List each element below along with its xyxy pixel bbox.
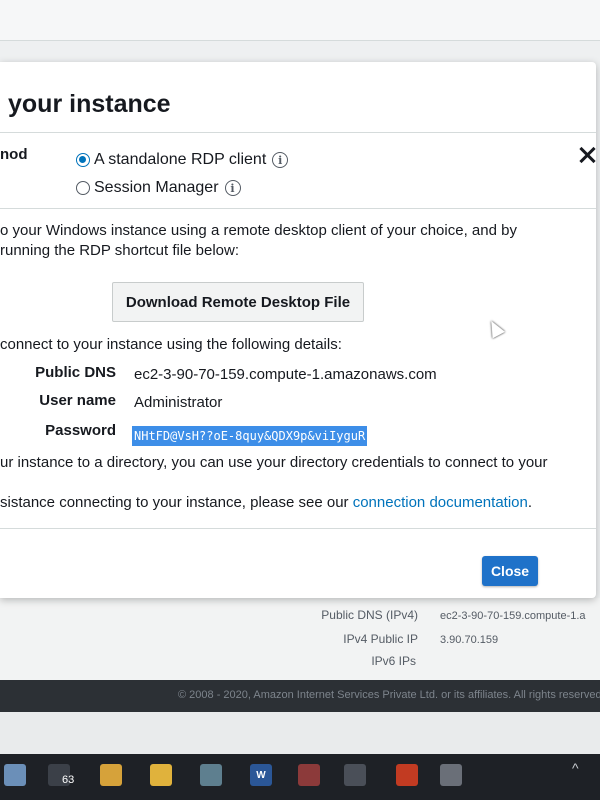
public-dns-ipv4-row: Public DNS (IPv4) bbox=[0, 608, 418, 624]
assistance-suffix: . bbox=[527, 494, 533, 511]
connection-method-label: nod bbox=[0, 146, 28, 163]
username-label: User name bbox=[39, 392, 116, 409]
modal-title: your instance bbox=[8, 90, 171, 118]
public-dns-ipv4-value: ec2-3-90-70-159.compute-1.a bbox=[440, 610, 586, 622]
details-intro-text: connect to your instance using the follo… bbox=[0, 336, 342, 353]
password-value-selected[interactable]: NHtFD@VsH??oE-8quy&QDX9p&viIyguR bbox=[132, 426, 368, 446]
mail-badge-count: 63 bbox=[62, 774, 75, 786]
option-standalone-rdp-label: A standalone RDP client bbox=[94, 151, 267, 168]
network-icon[interactable] bbox=[440, 764, 462, 786]
footer-divider bbox=[0, 528, 596, 529]
method-divider bbox=[0, 208, 596, 209]
assistance-text: sistance connecting to your instance, pl… bbox=[0, 494, 532, 511]
start-icon[interactable] bbox=[4, 764, 26, 786]
username-value: Administrator bbox=[134, 394, 223, 411]
instance-details-panel: Public DNS (IPv4) ec2-3-90-70-159.comput… bbox=[0, 598, 600, 680]
sticky-notes-icon[interactable] bbox=[150, 764, 172, 786]
public-dns-ipv4-label: Public DNS (IPv4) bbox=[321, 608, 418, 622]
title-divider bbox=[0, 132, 596, 133]
download-remote-desktop-file-button[interactable]: Download Remote Desktop File bbox=[112, 282, 364, 322]
media-icon[interactable] bbox=[298, 764, 320, 786]
ipv4-public-ip-value: 3.90.70.159 bbox=[440, 634, 499, 646]
ide-icon[interactable] bbox=[344, 764, 366, 786]
intro-text-line-1: o your Windows instance using a remote d… bbox=[0, 222, 517, 239]
app-icon[interactable] bbox=[200, 764, 222, 786]
directory-note-text: ur instance to a directory, you can use … bbox=[0, 454, 548, 471]
connection-documentation-link[interactable]: connection documentation bbox=[353, 494, 528, 511]
public-dns-label: Public DNS bbox=[35, 364, 116, 381]
assistance-prefix: sistance connecting to your instance, pl… bbox=[0, 494, 353, 511]
console-footer: © 2008 - 2020, Amazon Internet Services … bbox=[0, 680, 600, 712]
copyright-text: © 2008 - 2020, Amazon Internet Services … bbox=[178, 689, 600, 701]
remote-desktop-icon[interactable] bbox=[396, 764, 418, 786]
password-label: Password bbox=[45, 422, 116, 439]
ipv4-public-ip-row: IPv4 Public IP bbox=[0, 632, 418, 648]
intro-text-line-2: running the RDP shortcut file below: bbox=[0, 242, 240, 259]
ipv6-ips-row: IPv6 IPs bbox=[0, 654, 416, 670]
close-button[interactable]: Close bbox=[482, 556, 538, 586]
word-icon[interactable]: W bbox=[250, 764, 272, 786]
radio-selected-icon[interactable] bbox=[76, 153, 90, 167]
browser-bottom-area bbox=[0, 712, 600, 754]
connect-instance-modal: your instance nod A standalone RDP clien… bbox=[0, 62, 596, 598]
file-explorer-icon[interactable] bbox=[100, 764, 122, 786]
option-session-manager-label: Session Manager bbox=[94, 179, 219, 196]
close-icon[interactable] bbox=[578, 146, 596, 164]
console-top-bar bbox=[0, 0, 600, 41]
info-icon[interactable]: i bbox=[224, 180, 241, 196]
public-dns-value: ec2-3-90-70-159.compute-1.amazonaws.com bbox=[134, 366, 437, 383]
ipv6-ips-label: IPv6 IPs bbox=[371, 654, 416, 668]
windows-taskbar: 63 W ^ bbox=[0, 754, 600, 800]
info-icon[interactable]: i bbox=[272, 152, 289, 168]
option-standalone-rdp[interactable]: A standalone RDP client i bbox=[76, 150, 289, 170]
chevron-up-icon[interactable]: ^ bbox=[572, 760, 579, 776]
radio-unselected-icon[interactable] bbox=[76, 181, 90, 195]
option-session-manager[interactable]: Session Manager i bbox=[76, 178, 241, 198]
ipv4-public-ip-label: IPv4 Public IP bbox=[343, 632, 418, 646]
